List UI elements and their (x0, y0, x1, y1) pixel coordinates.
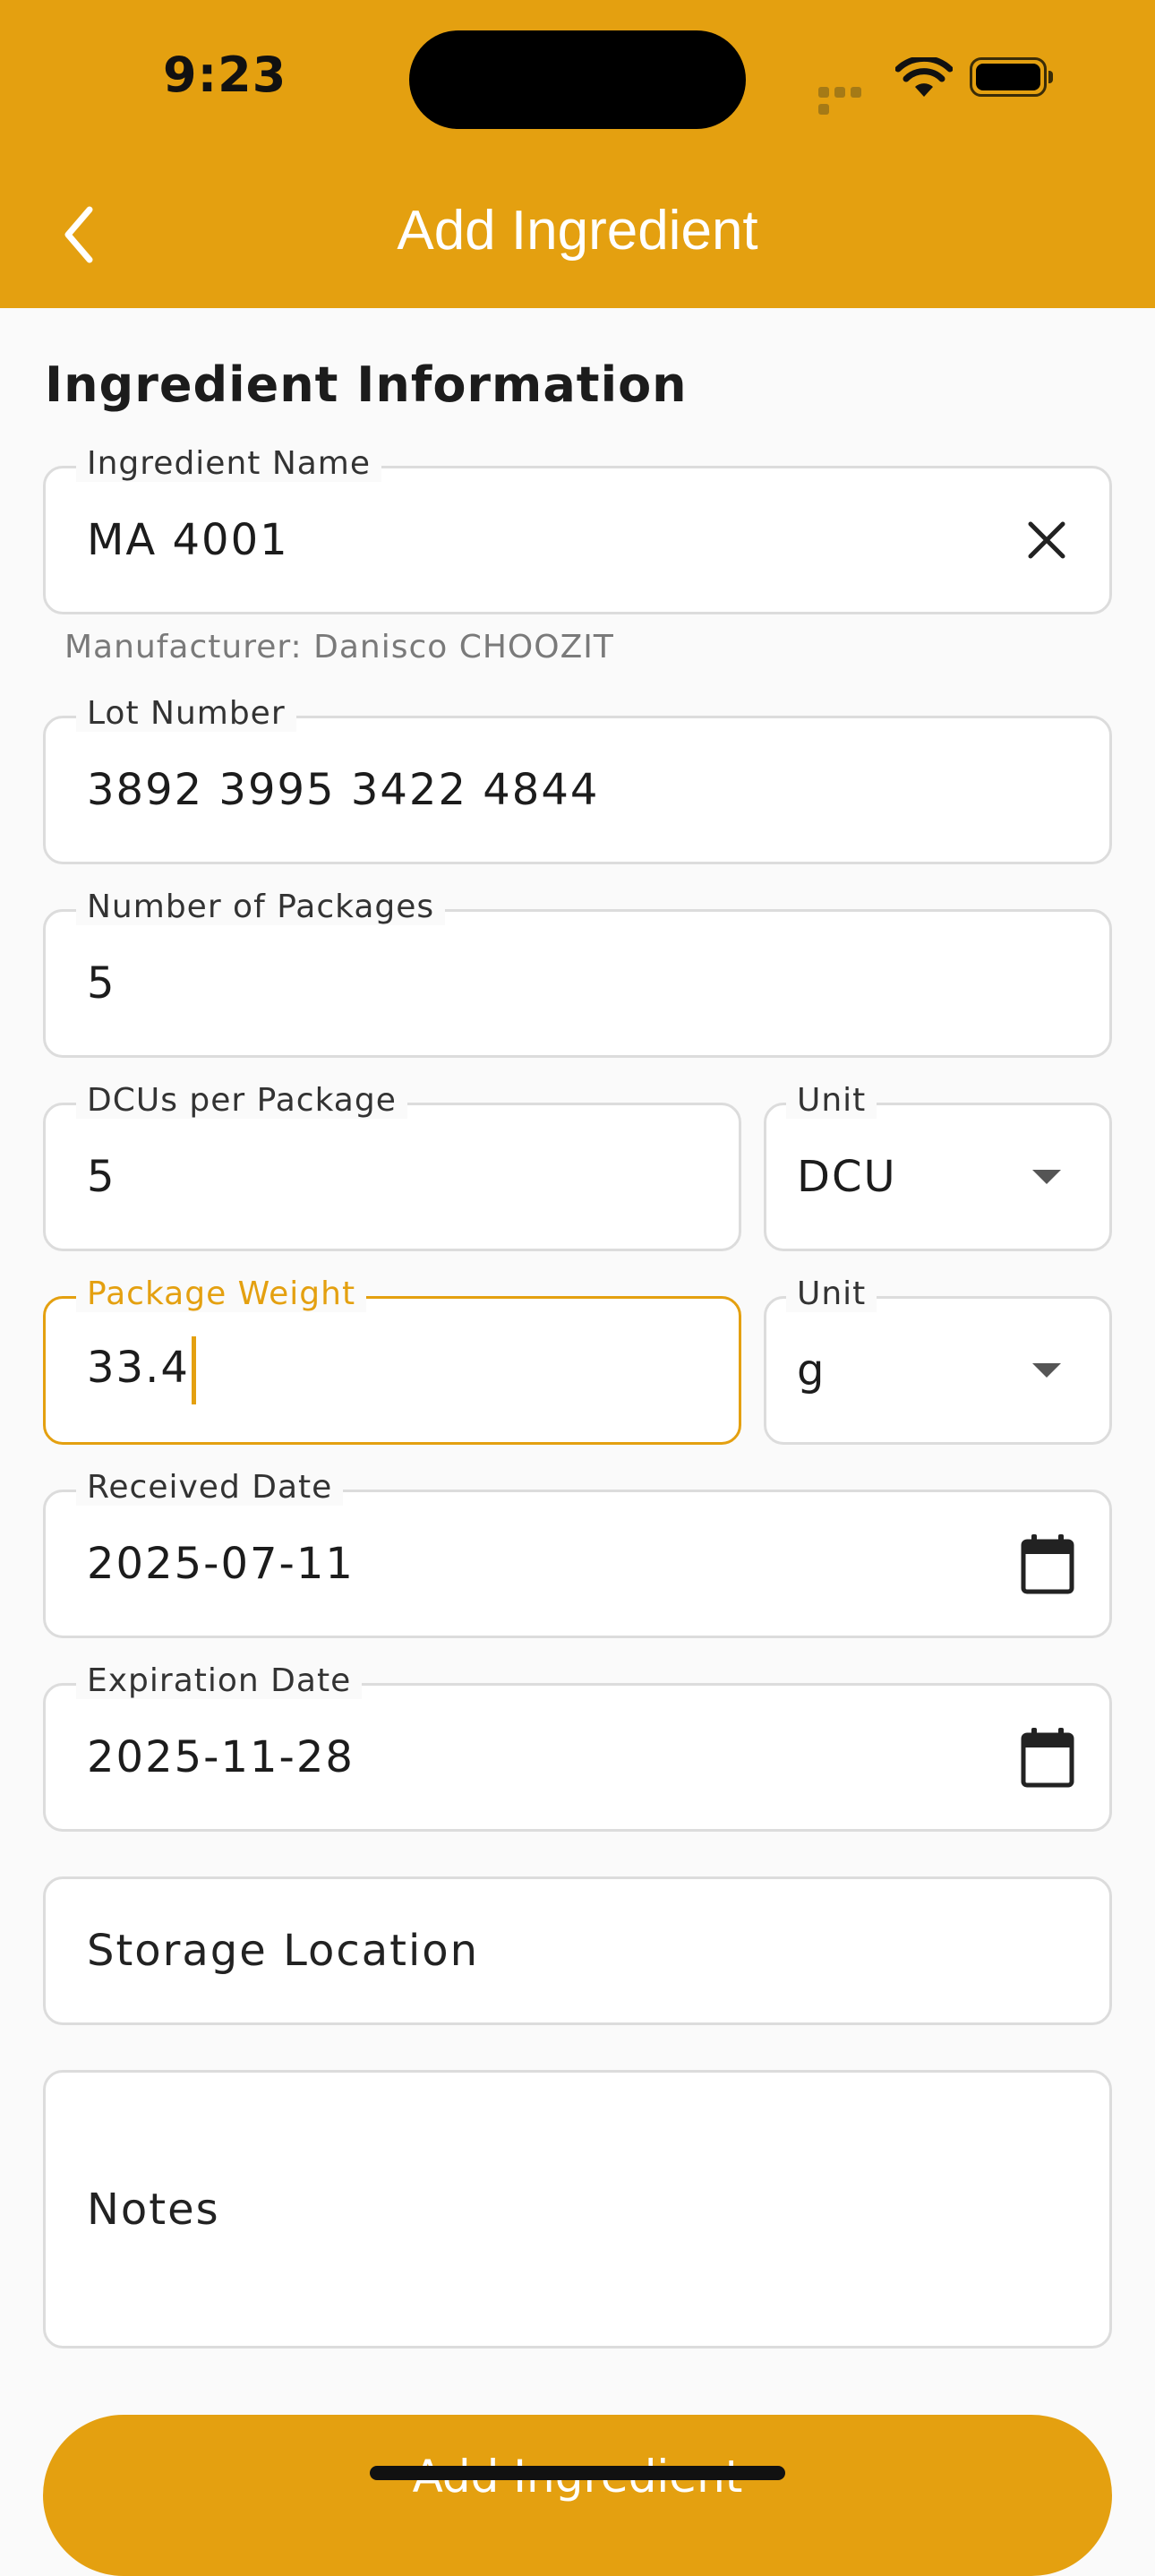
received-date-value[interactable]: 2025-07-11 (87, 1539, 355, 1589)
dcu-unit-value: DCU (797, 1152, 897, 1202)
dropdown-arrow-icon[interactable] (1032, 1363, 1061, 1378)
number-of-packages-value[interactable]: 5 (87, 958, 116, 1009)
lot-number-field[interactable]: Lot Number 3892 3995 3422 4844 (43, 695, 1112, 864)
dcus-per-package-value[interactable]: 5 (87, 1152, 116, 1202)
calendar-icon[interactable] (1020, 1726, 1075, 1789)
add-ingredient-button[interactable]: Add Ingredient (43, 2415, 1112, 2576)
dropdown-arrow-icon[interactable] (1032, 1170, 1061, 1184)
storage-location-placeholder: Storage Location (87, 1926, 480, 1976)
notes-field[interactable]: Notes (43, 2070, 1112, 2348)
app-header: 9:23 Add Ingredient (0, 0, 1155, 308)
ingredient-name-field[interactable]: Ingredient Name MA 4001 (43, 445, 1112, 614)
weight-unit-label: Unit (786, 1275, 877, 1312)
page-title: Add Ingredient (397, 200, 758, 262)
clear-icon[interactable] (1025, 519, 1068, 562)
section-title: Ingredient Information (45, 356, 688, 413)
home-indicator (370, 2466, 785, 2480)
weight-unit-dropdown[interactable]: Unit g (764, 1275, 1112, 1445)
received-date-label: Received Date (76, 1469, 344, 1506)
calendar-icon[interactable] (1020, 1533, 1075, 1595)
package-weight-label: Package Weight (76, 1275, 367, 1312)
dcus-per-package-label: DCUs per Package (76, 1082, 407, 1119)
wifi-icon (895, 57, 953, 97)
package-weight-input[interactable]: 33.4 (87, 1336, 196, 1404)
manufacturer-helper-text: Manufacturer: Danisco CHOOZIT (64, 629, 614, 665)
dcu-unit-label: Unit (786, 1082, 877, 1119)
ingredient-name-label: Ingredient Name (76, 445, 382, 482)
expiration-date-label: Expiration Date (76, 1662, 363, 1699)
storage-location-field[interactable]: Storage Location (43, 1876, 1112, 2025)
number-of-packages-field[interactable]: Number of Packages 5 (43, 889, 1112, 1058)
package-weight-value: 33.4 (87, 1343, 190, 1393)
lot-number-value[interactable]: 3892 3995 3422 4844 (87, 765, 599, 815)
received-date-field[interactable]: Received Date 2025-07-11 (43, 1469, 1112, 1638)
expiration-date-value[interactable]: 2025-11-28 (87, 1732, 355, 1782)
cellular-signal-icon (818, 84, 881, 115)
lot-number-label: Lot Number (76, 695, 296, 732)
text-cursor (191, 1336, 196, 1404)
dcu-unit-dropdown[interactable]: Unit DCU (764, 1082, 1112, 1251)
battery-icon (970, 57, 1053, 97)
status-time: 9:23 (163, 47, 287, 103)
weight-unit-value: g (797, 1345, 826, 1395)
dcus-per-package-field[interactable]: DCUs per Package 5 (43, 1082, 741, 1251)
notes-placeholder: Notes (87, 2184, 220, 2235)
number-of-packages-label: Number of Packages (76, 889, 446, 925)
expiration-date-field[interactable]: Expiration Date 2025-11-28 (43, 1662, 1112, 1832)
ingredient-name-value[interactable]: MA 4001 (87, 515, 289, 565)
dynamic-island (409, 30, 746, 129)
package-weight-field[interactable]: Package Weight 33.4 (43, 1275, 741, 1445)
